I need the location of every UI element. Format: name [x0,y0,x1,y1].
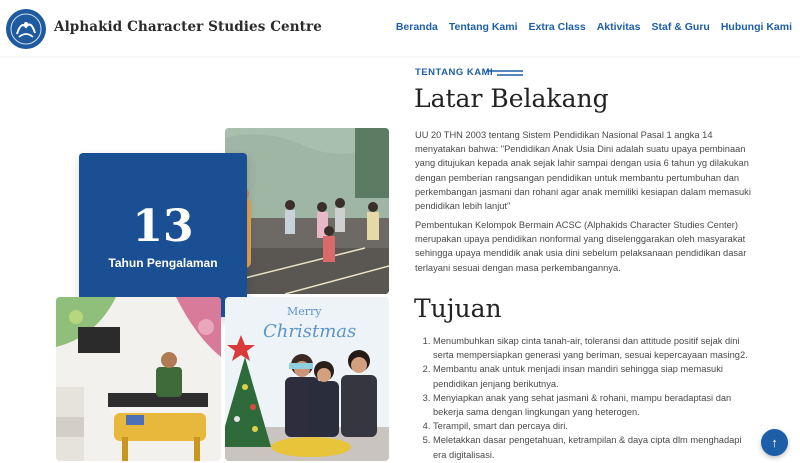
nav-beranda[interactable]: Beranda [396,21,438,33]
experience-years: 13 [132,201,194,252]
list-item: Menumbuhkan sikap cinta tanah-air, toler… [433,334,756,362]
photo-christmas: Merry Christmas [225,297,389,461]
nav-staf-guru[interactable]: Staf & Guru [651,21,709,33]
photo-music-class [56,297,221,461]
logo-emblem-icon [7,10,45,48]
logo[interactable] [6,9,46,49]
back-to-top-button[interactable]: ↑ [761,429,788,456]
goals-list: Menumbuhkan sikap cinta tanah-air, toler… [416,334,756,462]
arrow-up-icon: ↑ [771,435,778,450]
list-item: Menyiapkan anak yang sehat jasmani & roh… [433,391,756,419]
experience-label: Tahun Pengalaman [108,256,218,270]
paragraph-formation: Pembentukan Kelompok Bermain ACSC (Alpha… [415,220,747,273]
nav-aktivitas[interactable]: Aktivitas [597,21,641,33]
nav-extra-class[interactable]: Extra Class [529,21,586,33]
section-tag: TENTANG KAMI [415,67,494,78]
heading-latar-belakang: Latar Belakang [414,84,609,113]
tag-underline-icon [487,70,523,76]
heading-tujuan: Tujuan [414,294,502,323]
nav-tentang-kami[interactable]: Tentang Kami [449,21,518,33]
list-item: Terampil, smart dan percaya diri. [433,419,756,433]
brand-name[interactable]: Alphakid Character Studies Centre [54,19,322,35]
photo-classroom-play [225,128,389,294]
experience-card: 13 Tahun Pengalaman [79,153,247,317]
list-item: Membantu anak untuk menjadi insan mandir… [433,362,756,390]
paragraph-law: UU 20 THN 2003 tentang Sistem Pendidikan… [415,130,751,212]
svg-text:Christmas: Christmas [263,321,356,342]
main-nav: Beranda Tentang Kami Extra Class Aktivit… [385,21,792,33]
svg-text:Merry: Merry [287,305,322,318]
site-header: Alphakid Character Studies Centre Berand… [0,0,800,56]
list-item: Meletakkan dasar pengetahuan, ketrampila… [433,433,756,461]
nav-hubungi-kami[interactable]: Hubungi Kami [721,21,792,33]
